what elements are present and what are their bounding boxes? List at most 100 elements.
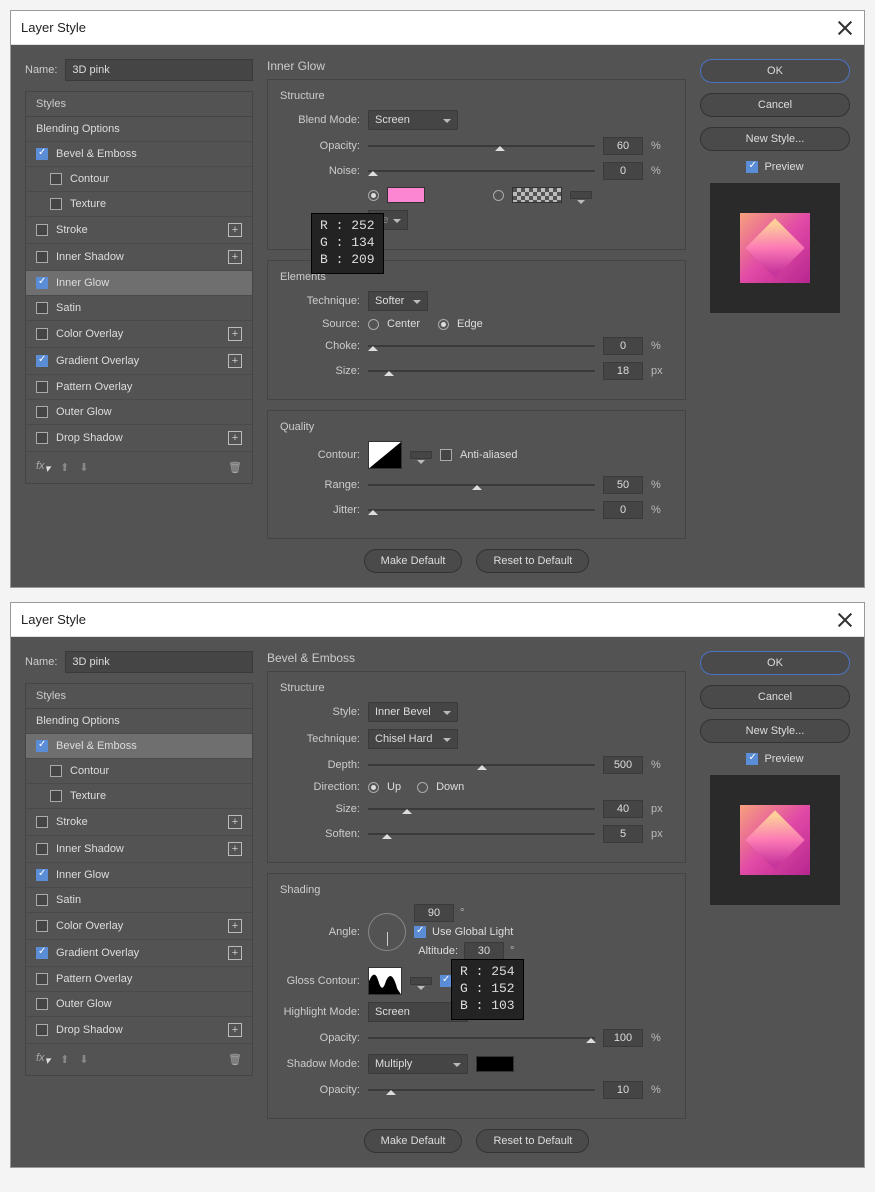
new-style-button[interactable]: New Style... bbox=[700, 127, 850, 151]
gradient-radio[interactable] bbox=[493, 190, 504, 201]
fx-icon[interactable]: fx▾ bbox=[36, 460, 50, 475]
style-checkbox[interactable] bbox=[36, 224, 48, 236]
soften-slider[interactable] bbox=[368, 827, 595, 841]
blend-mode-select[interactable]: Screen bbox=[368, 110, 458, 130]
highlight-opacity-input[interactable]: 100 bbox=[603, 1029, 643, 1047]
gloss-contour-picker[interactable] bbox=[368, 967, 402, 995]
jitter-slider[interactable] bbox=[368, 503, 595, 517]
style-checkbox[interactable] bbox=[36, 894, 48, 906]
reset-default-button[interactable]: Reset to Default bbox=[476, 549, 589, 573]
style-checkbox[interactable] bbox=[36, 381, 48, 393]
style-checkbox[interactable] bbox=[36, 302, 48, 314]
style-item-satin[interactable]: Satin bbox=[26, 888, 252, 913]
size-input[interactable]: 18 bbox=[603, 362, 643, 380]
shadow-opacity-input[interactable]: 10 bbox=[603, 1081, 643, 1099]
contour-picker[interactable] bbox=[368, 441, 402, 469]
size-input[interactable]: 40 bbox=[603, 800, 643, 818]
style-item-outer-glow[interactable]: Outer Glow bbox=[26, 992, 252, 1017]
depth-slider[interactable] bbox=[368, 758, 595, 772]
soften-input[interactable]: 5 bbox=[603, 825, 643, 843]
style-checkbox[interactable] bbox=[36, 947, 48, 959]
style-item-outer-glow[interactable]: Outer Glow bbox=[26, 400, 252, 425]
add-effect-icon[interactable]: + bbox=[228, 815, 242, 829]
add-effect-icon[interactable]: + bbox=[228, 327, 242, 341]
preview-checkbox[interactable] bbox=[746, 753, 758, 765]
blending-options[interactable]: Blending Options bbox=[26, 709, 252, 734]
jitter-input[interactable]: 0 bbox=[603, 501, 643, 519]
ok-button[interactable]: OK bbox=[700, 59, 850, 83]
shadow-mode-select[interactable]: Multiply bbox=[368, 1054, 468, 1074]
reset-default-button[interactable]: Reset to Default bbox=[476, 1129, 589, 1153]
move-down-icon[interactable]: ⬇ bbox=[79, 461, 88, 474]
move-down-icon[interactable]: ⬇ bbox=[79, 1053, 88, 1066]
noise-slider[interactable] bbox=[368, 164, 595, 178]
make-default-button[interactable]: Make Default bbox=[364, 1129, 463, 1153]
size-slider[interactable] bbox=[368, 802, 595, 816]
trash-icon[interactable]: 🗑 bbox=[228, 461, 242, 474]
style-item-bevel-emboss[interactable]: Bevel & Emboss bbox=[26, 734, 252, 759]
close-icon[interactable] bbox=[836, 19, 854, 37]
depth-input[interactable]: 500 bbox=[603, 756, 643, 774]
cancel-button[interactable]: Cancel bbox=[700, 685, 850, 709]
range-input[interactable]: 50 bbox=[603, 476, 643, 494]
style-checkbox[interactable] bbox=[36, 277, 48, 289]
ok-button[interactable]: OK bbox=[700, 651, 850, 675]
style-item-inner-glow[interactable]: Inner Glow bbox=[26, 271, 252, 296]
up-radio[interactable] bbox=[368, 782, 379, 793]
style-select[interactable]: Inner Bevel bbox=[368, 702, 458, 722]
name-input[interactable] bbox=[65, 59, 253, 81]
choke-input[interactable]: 0 bbox=[603, 337, 643, 355]
altitude-input[interactable]: 30 bbox=[464, 942, 504, 960]
style-checkbox[interactable] bbox=[36, 843, 48, 855]
style-item-inner-shadow[interactable]: Inner Shadow+ bbox=[26, 836, 252, 863]
contour-dropdown[interactable] bbox=[410, 451, 432, 459]
style-checkbox[interactable] bbox=[36, 432, 48, 444]
style-item-gradient-overlay[interactable]: Gradient Overlay+ bbox=[26, 348, 252, 375]
style-item-satin[interactable]: Satin bbox=[26, 296, 252, 321]
style-checkbox[interactable] bbox=[36, 740, 48, 752]
add-effect-icon[interactable]: + bbox=[228, 354, 242, 368]
down-radio[interactable] bbox=[417, 782, 428, 793]
noise-input[interactable]: 0 bbox=[603, 162, 643, 180]
style-item-contour[interactable]: Contour bbox=[26, 759, 252, 784]
style-item-inner-glow[interactable]: Inner Glow bbox=[26, 863, 252, 888]
center-radio[interactable] bbox=[368, 319, 379, 330]
add-effect-icon[interactable]: + bbox=[228, 431, 242, 445]
style-item-stroke[interactable]: Stroke+ bbox=[26, 217, 252, 244]
add-effect-icon[interactable]: + bbox=[228, 1023, 242, 1037]
shadow-opacity-slider[interactable] bbox=[368, 1083, 595, 1097]
gradient-dropdown[interactable] bbox=[570, 191, 592, 199]
style-checkbox[interactable] bbox=[36, 1024, 48, 1036]
move-up-icon[interactable]: ⬆ bbox=[60, 1053, 69, 1066]
style-checkbox[interactable] bbox=[36, 998, 48, 1010]
style-checkbox[interactable] bbox=[36, 148, 48, 160]
style-checkbox[interactable] bbox=[36, 251, 48, 263]
new-style-button[interactable]: New Style... bbox=[700, 719, 850, 743]
add-effect-icon[interactable]: + bbox=[228, 842, 242, 856]
edge-radio[interactable] bbox=[438, 319, 449, 330]
style-checkbox[interactable] bbox=[36, 973, 48, 985]
add-effect-icon[interactable]: + bbox=[228, 919, 242, 933]
style-item-pattern-overlay[interactable]: Pattern Overlay bbox=[26, 967, 252, 992]
size-slider[interactable] bbox=[368, 364, 595, 378]
style-checkbox[interactable] bbox=[36, 328, 48, 340]
color-swatch[interactable] bbox=[387, 187, 425, 203]
style-item-drop-shadow[interactable]: Drop Shadow+ bbox=[26, 1017, 252, 1044]
style-item-color-overlay[interactable]: Color Overlay+ bbox=[26, 321, 252, 348]
angle-input[interactable]: 90 bbox=[414, 904, 454, 922]
style-item-drop-shadow[interactable]: Drop Shadow+ bbox=[26, 425, 252, 452]
technique-select[interactable]: Chisel Hard bbox=[368, 729, 458, 749]
add-effect-icon[interactable]: + bbox=[228, 250, 242, 264]
style-checkbox[interactable] bbox=[36, 920, 48, 932]
shadow-color-swatch[interactable] bbox=[476, 1056, 514, 1072]
style-checkbox[interactable] bbox=[50, 790, 62, 802]
style-item-pattern-overlay[interactable]: Pattern Overlay bbox=[26, 375, 252, 400]
add-effect-icon[interactable]: + bbox=[228, 946, 242, 960]
style-checkbox[interactable] bbox=[36, 406, 48, 418]
anti-aliased-checkbox[interactable] bbox=[440, 449, 452, 461]
add-effect-icon[interactable]: + bbox=[228, 223, 242, 237]
highlight-opacity-slider[interactable] bbox=[368, 1031, 595, 1045]
fx-icon[interactable]: fx▾ bbox=[36, 1052, 50, 1067]
angle-dial[interactable] bbox=[368, 913, 406, 951]
preview-checkbox[interactable] bbox=[746, 161, 758, 173]
